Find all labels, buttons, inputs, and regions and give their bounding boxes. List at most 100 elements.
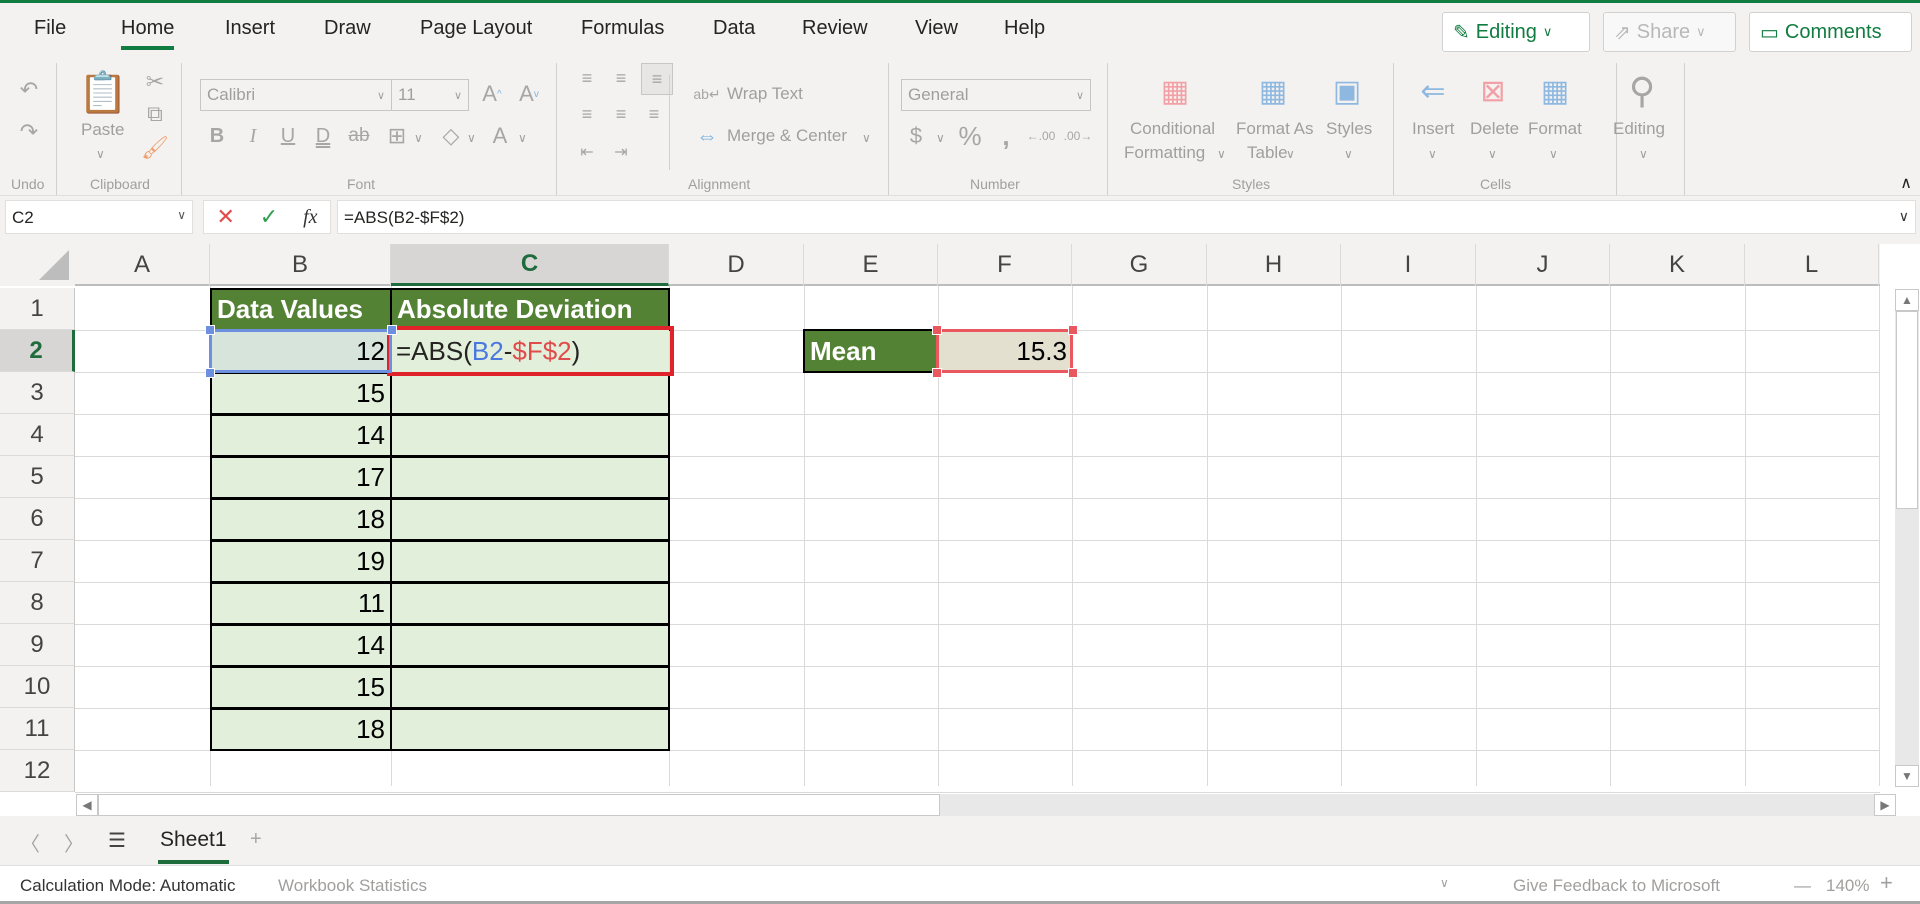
paste-button[interactable]: Paste [81, 120, 124, 140]
row-header-2[interactable]: 2 [0, 330, 75, 372]
align-right-icon[interactable]: ≡ [641, 101, 667, 127]
percent-icon[interactable]: % [955, 121, 985, 151]
column-header-i[interactable]: I [1341, 244, 1476, 286]
borders-icon[interactable]: ⊞ [383, 121, 411, 151]
cell-styles-button[interactable]: Styles [1326, 119, 1372, 139]
cell-styles-dropdown-icon[interactable]: ∨ [1344, 147, 1353, 161]
cell-styles-icon[interactable]: ▣ [1326, 71, 1368, 111]
tab-insert[interactable]: Insert [225, 17, 275, 40]
font-name-dropdown[interactable]: Calibri ∨ [200, 79, 392, 111]
column-header-f[interactable]: F [938, 244, 1072, 286]
scroll-down-button[interactable]: ▼ [1895, 765, 1919, 787]
horizontal-scrollbar[interactable]: ◀ ▶ [76, 794, 1896, 816]
cell-e2-mean-label[interactable]: Mean [803, 329, 938, 373]
all-sheets-menu-icon[interactable]: ☰ [108, 828, 126, 853]
cell-c1[interactable]: Absolute Deviation [390, 288, 670, 331]
resize-handle[interactable] [205, 325, 215, 335]
cell-b11[interactable]: 18 [210, 708, 392, 751]
format-as-table-icon[interactable]: ▦ [1252, 71, 1294, 111]
scroll-up-button[interactable]: ▲ [1895, 289, 1919, 311]
conditional-formatting-button[interactable]: Conditional [1130, 119, 1215, 139]
calculation-mode[interactable]: Calculation Mode: Automatic [20, 876, 235, 896]
fill-color-dropdown-icon[interactable]: ∨ [467, 131, 476, 145]
next-sheet-icon[interactable]: 〉 [64, 828, 84, 857]
formula-input[interactable]: =ABS(B2-$F$2) ∨ [337, 200, 1916, 234]
italic-icon[interactable]: I [240, 121, 266, 151]
underline-icon[interactable]: U [275, 121, 301, 151]
insert-dropdown-icon[interactable]: ∨ [1428, 147, 1437, 161]
wrap-text-icon[interactable]: ab↵ [693, 81, 720, 107]
zoom-in-icon[interactable]: + [1880, 870, 1893, 896]
tab-help[interactable]: Help [1004, 17, 1045, 40]
share-button[interactable]: ⇗ Share ∨ [1603, 12, 1736, 52]
column-header-e[interactable]: E [804, 244, 938, 286]
cell-b9[interactable]: 14 [210, 624, 392, 667]
tab-formulas[interactable]: Formulas [581, 17, 664, 40]
insert-cells-button[interactable]: Insert [1412, 119, 1455, 139]
add-sheet-icon[interactable]: + [250, 828, 262, 851]
format-as-table-button[interactable]: Format As [1236, 119, 1313, 139]
column-header-k[interactable]: K [1610, 244, 1745, 286]
currency-icon[interactable]: $ [904, 121, 928, 151]
cell-c8[interactable] [390, 582, 670, 625]
cell-b10[interactable]: 15 [210, 666, 392, 709]
cell-c11[interactable] [390, 708, 670, 751]
row-header-4[interactable]: 4 [0, 414, 75, 456]
cut-icon[interactable]: ✂ [142, 69, 168, 95]
paste-dropdown-icon[interactable]: ∨ [96, 147, 105, 161]
tab-view[interactable]: View [915, 17, 958, 40]
conditional-formatting-icon[interactable]: ▦ [1154, 71, 1196, 111]
comments-button[interactable]: ▭ Comments [1749, 12, 1912, 52]
cell-c9[interactable] [390, 624, 670, 667]
decrease-decimal-icon[interactable]: .00→ [1063, 121, 1093, 151]
cell-c7[interactable] [390, 540, 670, 583]
decrease-font-size-icon[interactable]: Av [514, 79, 544, 109]
font-color-dropdown-icon[interactable]: ∨ [518, 131, 527, 145]
paste-icon[interactable]: 📋 [78, 67, 128, 117]
column-header-h[interactable]: H [1207, 244, 1341, 286]
cell-b1[interactable]: Data Values [210, 288, 392, 331]
horizontal-scroll-thumb[interactable] [98, 794, 940, 816]
vertical-scroll-thumb[interactable] [1896, 311, 1918, 509]
column-header-g[interactable]: G [1072, 244, 1207, 286]
search-icon[interactable]: ⚲ [1620, 67, 1664, 115]
delete-cells-button[interactable]: Delete [1470, 119, 1519, 139]
name-box[interactable]: C2 ∨ [5, 200, 193, 234]
resize-handle[interactable] [205, 368, 215, 378]
select-all-button[interactable] [0, 244, 75, 286]
row-header-8[interactable]: 8 [0, 582, 75, 624]
number-format-dropdown[interactable]: General ∨ [901, 79, 1091, 111]
vertical-scrollbar[interactable]: ▲ ▼ [1895, 289, 1919, 787]
strikethrough-icon[interactable]: ab [345, 121, 373, 151]
row-header-3[interactable]: 3 [0, 372, 75, 414]
give-feedback-link[interactable]: Give Feedback to Microsoft [1513, 876, 1720, 896]
row-header-9[interactable]: 9 [0, 624, 75, 666]
copy-icon[interactable]: ⧉ [142, 101, 168, 127]
row-header-6[interactable]: 6 [0, 498, 75, 540]
conditional-formatting-dropdown-icon[interactable]: ∨ [1217, 147, 1226, 161]
row-header-11[interactable]: 11 [0, 708, 75, 750]
resize-handle[interactable] [932, 368, 942, 378]
row-header-10[interactable]: 10 [0, 666, 75, 708]
zoom-level[interactable]: 140% [1826, 876, 1869, 896]
currency-dropdown-icon[interactable]: ∨ [936, 131, 945, 145]
delete-cells-icon[interactable]: ⊠ [1472, 71, 1514, 111]
tab-draw[interactable]: Draw [324, 17, 371, 40]
double-underline-icon[interactable]: D [310, 121, 336, 151]
merge-center-button[interactable]: Merge & Center [727, 126, 847, 146]
cell-b4[interactable]: 14 [210, 414, 392, 457]
cell-c6[interactable] [390, 498, 670, 541]
scroll-left-button[interactable]: ◀ [76, 794, 98, 816]
workbook-statistics[interactable]: Workbook Statistics [278, 876, 427, 896]
insert-cells-icon[interactable]: ⇐ [1410, 71, 1456, 111]
collapse-ribbon-icon[interactable]: ∧ [1900, 173, 1912, 193]
editing-group-button[interactable]: Editing [1613, 119, 1665, 139]
wrap-text-button[interactable]: Wrap Text [727, 84, 803, 104]
align-center-icon[interactable]: ≡ [608, 101, 634, 127]
borders-dropdown-icon[interactable]: ∨ [414, 131, 423, 145]
font-color-icon[interactable]: A [486, 121, 514, 151]
increase-indent-icon[interactable]: ⇥ [608, 139, 634, 165]
row-header-5[interactable]: 5 [0, 456, 75, 498]
format-as-table-dropdown-icon[interactable]: ∨ [1286, 147, 1295, 161]
tab-review[interactable]: Review [802, 17, 868, 40]
